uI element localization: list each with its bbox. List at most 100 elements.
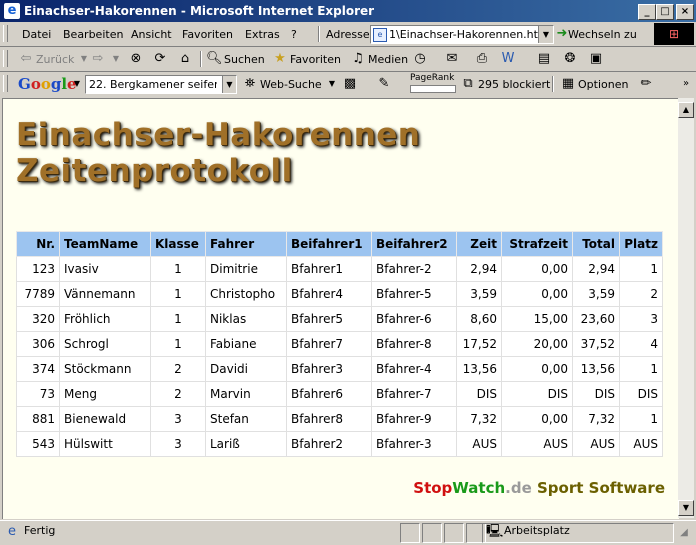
col-nr: Nr.	[16, 231, 60, 257]
page-title-line1: Einachser-Hakorennen	[16, 117, 421, 153]
status-panel	[444, 523, 464, 543]
menu-bearbeiten[interactable]: Bearbeiten	[63, 28, 123, 41]
vertical-scrollbar[interactable]: ▲ ▼	[678, 98, 694, 518]
discuss-icon[interactable]: ▤	[536, 51, 552, 67]
toolbar-grip[interactable]	[3, 50, 8, 67]
standard-toolbar: ⇦ Zurück ▼ ⇨ ▼ ⊗ ⟳ ⌂ 🔍︎ Suchen ★ Favorit…	[0, 47, 696, 72]
back-button[interactable]: Zurück	[36, 53, 74, 66]
search-button[interactable]: Suchen	[224, 53, 265, 66]
close-button[interactable]: ×	[676, 4, 694, 20]
messenger-icon[interactable]: ❂	[562, 51, 578, 67]
scroll-up-icon[interactable]: ▲	[678, 102, 694, 118]
resize-grip-icon[interactable]: ◢	[676, 525, 692, 541]
cell-beifahrer1: Bfahrer3	[286, 356, 372, 382]
go-button[interactable]: Wechseln zu	[568, 28, 637, 41]
cell-teamname: Hülswitt	[59, 431, 151, 457]
cell-strafzeit: 0,00	[501, 281, 573, 307]
toolbar-grip[interactable]	[3, 25, 8, 42]
media-button[interactable]: Medien	[368, 53, 408, 66]
minimize-button[interactable]: _	[638, 4, 656, 20]
favorites-icon[interactable]: ★	[272, 51, 288, 67]
page-status-icon: e	[8, 524, 16, 539]
google-toolbar: Google ▼ 22. Bergkamener seifenkiste ▼ ⛯…	[0, 72, 696, 96]
mail-icon[interactable]: ✉	[444, 51, 460, 67]
google-search-input[interactable]: 22. Bergkamener seifenkiste ▼	[85, 75, 237, 94]
col-strafzeit: Strafzeit	[501, 231, 573, 257]
print-icon[interactable]: ⎙	[474, 51, 490, 67]
highlighter-icon[interactable]: ✏	[638, 76, 654, 92]
window-title-bar[interactable]: e Einachser-Hakorennen - Microsoft Inter…	[0, 0, 696, 22]
table-row: 881 Bienewald 3 Stefan Bfahrer8 Bfahrer-9 7,32…	[16, 406, 663, 432]
cell-total: 3,59	[572, 281, 620, 307]
brand-de: .de	[505, 479, 532, 497]
results-table: Nr. TeamName Klasse Fahrer Beifahrer1 Be…	[16, 231, 663, 457]
news-icon[interactable]: ▩	[342, 76, 358, 92]
window-title: Einachser-Hakorennen - Microsoft Interne…	[24, 4, 375, 18]
history-icon[interactable]: ◷	[412, 51, 428, 67]
google-menu-dropdown-icon[interactable]: ▼	[69, 76, 85, 92]
refresh-icon[interactable]: ⟳	[152, 51, 168, 67]
media-icon[interactable]: ♫	[350, 51, 366, 67]
favorites-button[interactable]: Favoriten	[290, 53, 341, 66]
cell-fahrer: Larіß	[205, 431, 287, 457]
cell-beifahrer1: Bfahrer8	[286, 406, 372, 432]
menu-favoriten[interactable]: Favoriten	[182, 28, 233, 41]
cell-beifahrer2: Bfahrer-8	[371, 331, 457, 357]
google-search-dropdown-icon[interactable]: ▼	[222, 76, 236, 93]
menu-extras[interactable]: Extras	[245, 28, 280, 41]
address-dropdown-icon[interactable]: ▼	[538, 26, 553, 43]
status-text: Fertig	[24, 524, 56, 537]
cell-beifahrer2: Bfahrer-7	[371, 381, 457, 407]
col-zeit: Zeit	[456, 231, 502, 257]
cell-nr: 320	[16, 306, 60, 332]
cell-strafzeit: 0,00	[501, 256, 573, 282]
scroll-down-icon[interactable]: ▼	[678, 500, 694, 516]
google-logo[interactable]: Google	[18, 75, 77, 93]
research-icon[interactable]: ▣	[588, 51, 604, 67]
menu-help[interactable]: ?	[291, 28, 297, 41]
toolbar-overflow-icon[interactable]: »	[678, 76, 694, 92]
cell-beifahrer2: Bfahrer-2	[371, 256, 457, 282]
popup-blocker-icon[interactable]: ⧉	[460, 76, 476, 92]
stopwatch-brand-link[interactable]: StopWatch.de Sport Software	[413, 479, 665, 497]
table-row: 306 Schrogl 1 Fabiane Bfahrer7 Bfahrer-8 17,52…	[16, 331, 663, 357]
highlight-icon[interactable]: ✎	[376, 76, 392, 92]
menu-bar: Datei Bearbeiten Ansicht Favoriten Extra…	[0, 22, 696, 47]
cell-nr: 881	[16, 406, 60, 432]
cell-beifahrer2: Bfahrer-4	[371, 356, 457, 382]
cell-platz: 4	[619, 331, 663, 357]
search-icon[interactable]: 🔍︎	[206, 51, 223, 67]
cell-beifahrer1: Bfahrer5	[286, 306, 372, 332]
options-button[interactable]: Optionen	[578, 78, 628, 91]
web-search-dropdown-icon[interactable]: ▼	[324, 76, 340, 92]
page-title: Einachser-Hakorennen Zeitenprotokoll	[16, 117, 420, 189]
popup-blocked-count[interactable]: 295 blockiert	[478, 78, 550, 91]
back-arrow-icon[interactable]: ⇦	[18, 51, 34, 67]
page-title-line2: Zeitenprotokoll	[16, 153, 293, 189]
web-search-icon[interactable]: ⛯	[242, 76, 258, 92]
stop-icon[interactable]: ⊗	[128, 51, 144, 67]
cell-beifahrer1: Bfahrer2	[286, 431, 372, 457]
col-klasse: Klasse	[150, 231, 206, 257]
col-teamname: TeamName	[59, 231, 151, 257]
cell-klasse: 1	[150, 306, 206, 332]
status-bar: e Fertig 🖳 Arbeitsplatz ◢	[0, 520, 696, 545]
address-input[interactable]: e 1\Einachser-Hakorennen.html ▼	[370, 25, 554, 44]
web-search-button[interactable]: Web-Suche	[260, 78, 322, 91]
col-beifahrer2: Beifahrer2	[371, 231, 457, 257]
forward-arrow-icon[interactable]: ⇨	[90, 51, 106, 67]
menu-ansicht[interactable]: Ansicht	[131, 28, 172, 41]
maximize-button[interactable]: □	[656, 4, 674, 20]
edit-icon[interactable]: W	[500, 51, 516, 67]
table-row: 7789 Vännemann 1 Christopho Bfahrer4 Bfahrer-…	[16, 281, 663, 307]
forward-dropdown-icon[interactable]: ▼	[108, 51, 124, 67]
cell-beifahrer2: Bfahrer-5	[371, 281, 457, 307]
options-icon[interactable]: ▦	[560, 76, 576, 92]
cell-zeit: 3,59	[456, 281, 502, 307]
toolbar-grip[interactable]	[3, 75, 8, 92]
cell-platz: 1	[619, 356, 663, 382]
home-icon[interactable]: ⌂	[177, 51, 193, 67]
pagerank-bar	[410, 85, 456, 93]
menu-datei[interactable]: Datei	[22, 28, 51, 41]
cell-teamname: Vännemann	[59, 281, 151, 307]
